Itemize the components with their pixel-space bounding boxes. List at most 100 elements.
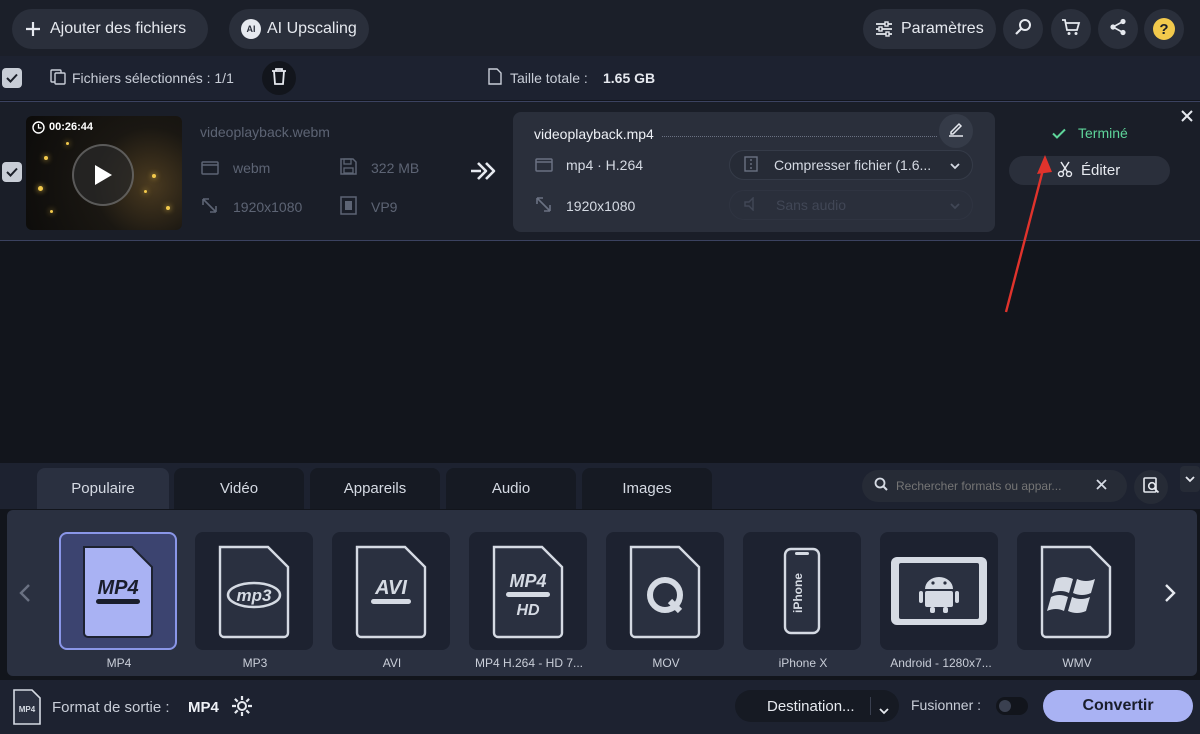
search-icon [1014,18,1032,41]
convert-arrow-icon [469,160,499,187]
close-file-button[interactable] [1181,109,1193,127]
disk-icon [340,158,357,180]
ai-upscaling-label: AI Upscaling [267,20,357,37]
chevron-right-icon [1165,584,1176,602]
file-size-icon [488,68,502,90]
resize-icon [201,197,218,219]
format-search [862,470,1127,502]
source-resolution: 1920x1080 [233,199,303,215]
audio-select[interactable]: Sans audio [729,190,973,220]
windows-icon [1040,545,1112,639]
android-icon [891,557,987,625]
help-icon: ? [1153,18,1175,40]
output-settings-button[interactable] [230,694,254,723]
file-checkbox[interactable] [2,162,22,182]
mp4-hd-icon: MP4 HD [492,545,564,639]
tab-popular[interactable]: Populaire [37,468,169,509]
scroll-left-button[interactable] [18,583,32,608]
output-format-value: MP4 [188,699,219,716]
codec-icon [340,196,357,220]
destination-divider [870,697,871,715]
source-format: webm [233,160,271,176]
annotation-arrow [1004,155,1052,313]
speaker-muted-icon [744,195,762,214]
close-icon [1181,110,1193,122]
edit-label: Éditer [1081,162,1121,179]
destination-label: Destination... [767,697,855,715]
format-label-mp3: MP3 [242,656,268,670]
tab-video[interactable]: Vidéo [174,468,304,509]
format-label-wmv: WMV [1062,656,1092,670]
rename-button[interactable] [939,114,973,148]
checkmark-icon [6,73,18,83]
help-button[interactable]: ? [1144,9,1184,49]
chevron-down-icon [950,157,960,173]
merge-toggle[interactable] [996,697,1028,715]
format-label-android: Android - 1280x7... [890,656,992,670]
scroll-right-button[interactable] [1163,583,1177,608]
tab-images[interactable]: Images [582,468,712,509]
ai-icon: AI [241,19,261,39]
svg-text:AVI: AVI [374,577,407,599]
convert-button[interactable]: Convertir [1043,690,1193,722]
delete-button[interactable] [262,61,296,95]
add-files-button[interactable]: Ajouter des fichiers [12,9,208,49]
compress-select[interactable]: Compresser fichier (1.6... [729,150,973,180]
select-all-checkbox[interactable] [2,68,22,88]
format-card-iphone-x[interactable]: iPhone [743,532,861,650]
svg-text:mp3: mp3 [237,586,273,605]
total-size-value: 1.65 GB [603,70,656,86]
chevron-down-icon [1185,475,1195,482]
settings-button[interactable]: Paramètres [863,9,996,49]
share-icon [1109,18,1127,41]
format-card-mp4[interactable]: MP4 [59,532,177,650]
total-size-label: Taille totale : [510,70,588,86]
output-format-file-icon: MP4 [12,688,42,731]
play-icon [95,165,112,185]
chevron-down-icon [950,197,960,213]
add-files-label: Ajouter des fichiers [50,20,187,37]
clear-search-button[interactable] [1096,477,1107,495]
video-thumbnail[interactable]: 00:26:44 [26,116,182,230]
svg-text:MP4: MP4 [509,571,546,591]
merge-label: Fusionner : [911,697,982,713]
format-card-mp4-hd[interactable]: MP4 HD [469,532,587,650]
collapse-panel-button[interactable] [1180,466,1200,492]
iphone-icon: iPhone [783,547,821,635]
format-label-iphone-x: iPhone X [778,656,828,670]
gear-icon [232,696,252,716]
settings-label: Paramètres [901,20,984,37]
format-card-android[interactable] [880,532,998,650]
check-icon [1052,126,1066,144]
clock-icon [32,120,45,134]
chevron-down-icon[interactable] [879,702,889,719]
mp4-icon: MP4 [83,546,153,638]
format-card-mp3[interactable]: mp3 [195,532,313,650]
sliders-icon [875,21,893,37]
format-card-wmv[interactable] [1017,532,1135,650]
share-button[interactable] [1098,9,1138,49]
format-search-input[interactable] [896,479,1092,493]
search-button[interactable] [1003,9,1043,49]
play-button[interactable] [72,144,134,206]
format-label-mov: MOV [652,656,680,670]
duration-badge: 00:26:44 [26,116,182,138]
output-filename[interactable]: videoplayback.mp4 [534,126,654,142]
output-format-icon [535,156,553,177]
device-detect-button[interactable] [1134,470,1168,504]
tab-audio[interactable]: Audio [446,468,576,509]
files-stack-icon [50,69,66,90]
checkmark-icon [6,167,18,177]
cart-button[interactable] [1051,9,1091,49]
pencil-icon [948,121,964,142]
merge-toggle-knob [999,700,1011,712]
format-card-mov[interactable] [606,532,724,650]
source-size: 322 MB [371,160,420,176]
tab-devices[interactable]: Appareils [310,468,440,509]
svg-text:MP4: MP4 [97,577,138,599]
format-card-avi[interactable]: AVI [332,532,450,650]
ai-upscaling-button[interactable]: AI AI Upscaling [229,9,369,49]
avi-icon: AVI [355,545,427,639]
format-label-mp4-hd: MP4 H.264 - HD 7... [474,656,584,670]
destination-select[interactable]: Destination... [735,690,899,722]
